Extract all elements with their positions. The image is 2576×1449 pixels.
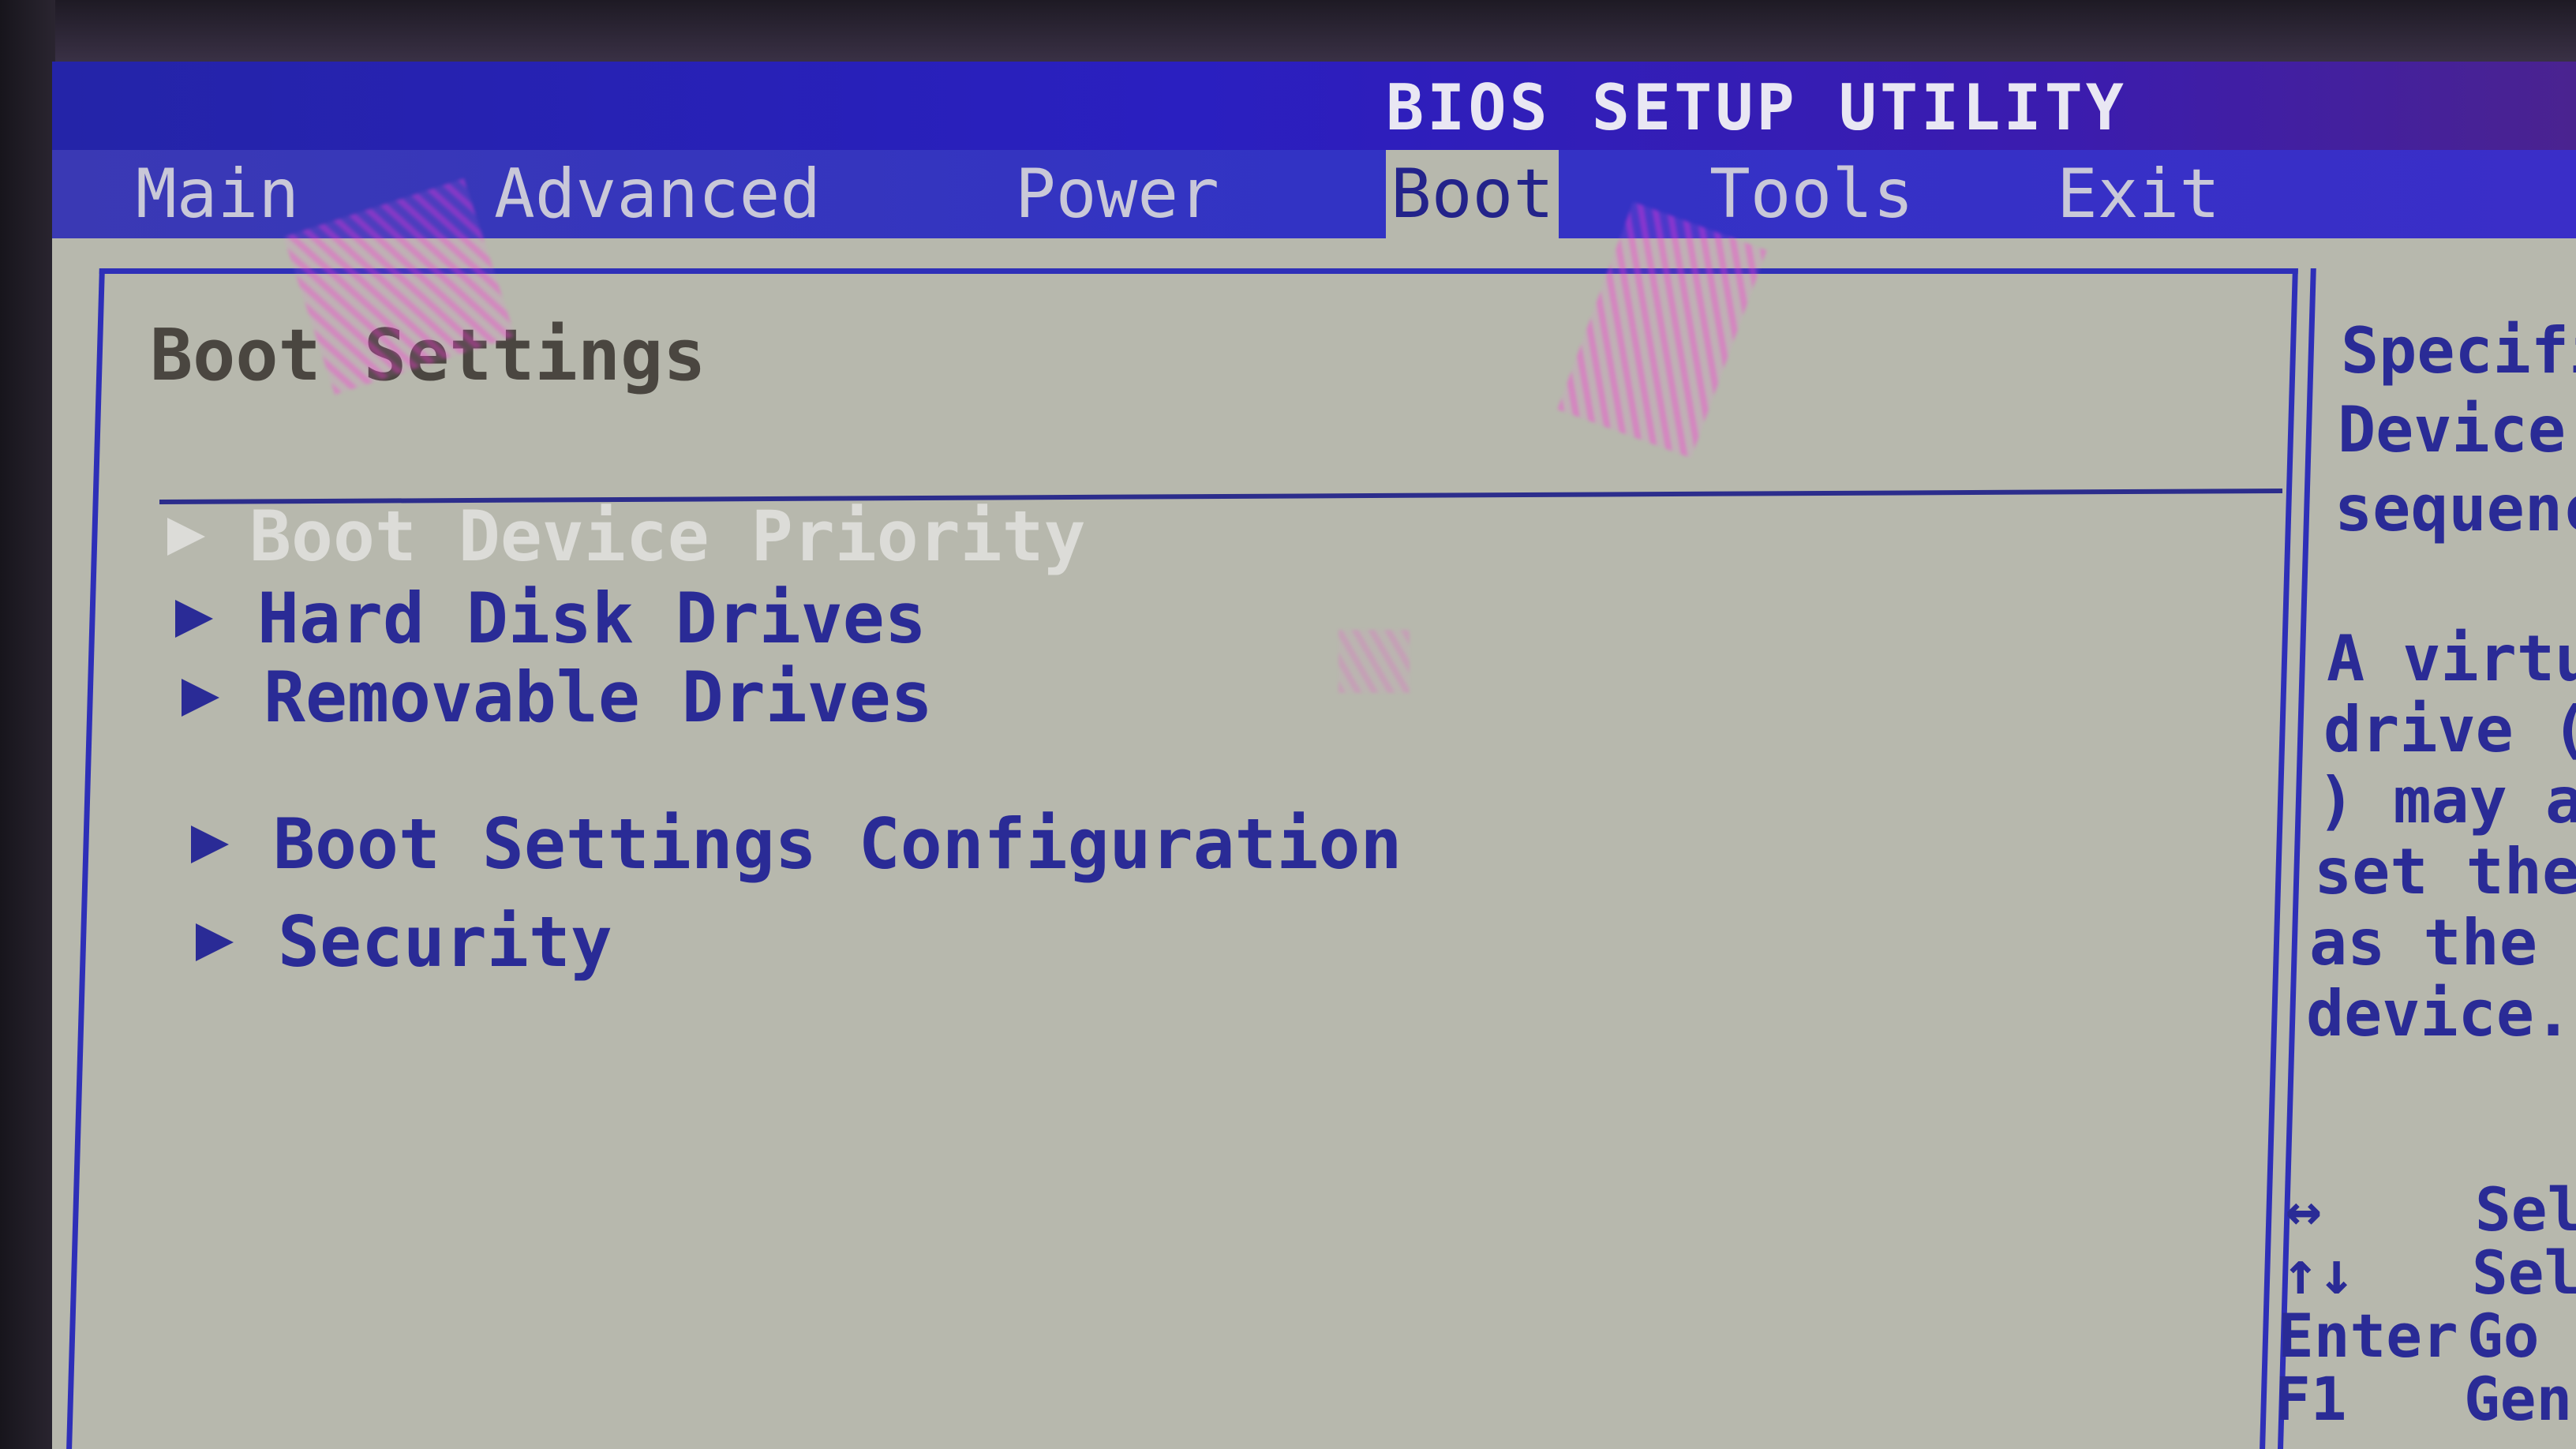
menu-entry-hard-disk-drives[interactable]: Hard Disk Drives xyxy=(170,578,927,659)
key-hint-key: F1 xyxy=(2275,1364,2347,1434)
monitor-bezel-left xyxy=(0,0,55,1449)
key-hint-row: Enter Go xyxy=(2278,1301,2540,1371)
triangle-right-icon xyxy=(177,674,224,721)
triangle-right-icon xyxy=(163,513,210,560)
tab-boot[interactable]: Boot xyxy=(1386,150,1559,238)
monitor-bezel-top xyxy=(0,0,2576,63)
menu-entry-boot-settings-configuration[interactable]: Boot Settings Configuration xyxy=(186,803,1402,885)
key-hint-key: Enter xyxy=(2278,1301,2458,1371)
tab-tools[interactable]: Tools xyxy=(1709,150,1914,238)
key-hint-desc: Gen xyxy=(2464,1364,2573,1434)
menu-entry-boot-device-priority[interactable]: Boot Device Priority xyxy=(163,496,1086,577)
key-hint-desc: Sel xyxy=(2475,1174,2576,1245)
help-text-line: ) may ap xyxy=(2317,764,2576,837)
section-title: Boot Settings xyxy=(150,314,706,397)
menu-entry-security[interactable]: Security xyxy=(191,901,612,983)
arrow-left-right-icon: ↔ xyxy=(2286,1174,2322,1245)
triangle-right-icon xyxy=(191,919,238,966)
help-text-line: Specifi xyxy=(2341,314,2576,388)
key-hint-desc: Go xyxy=(2467,1301,2540,1371)
help-text-line: as the f xyxy=(2309,906,2576,979)
tab-advanced[interactable]: Advanced xyxy=(494,150,821,238)
arrow-up-down-icon: ↑↓ xyxy=(2282,1237,2355,1308)
triangle-right-icon xyxy=(170,595,218,642)
tab-power[interactable]: Power xyxy=(1015,150,1219,238)
menu-entry-label: Boot Settings Configuration xyxy=(273,803,1402,885)
tab-main[interactable]: Main xyxy=(136,150,299,238)
triangle-right-icon xyxy=(186,821,234,868)
help-text-line: device. xyxy=(2306,977,2573,1050)
window-title: BIOS SETUP UTILITY xyxy=(1386,71,2127,144)
key-hint-desc: Sel xyxy=(2472,1237,2576,1308)
menu-entry-label: Hard Disk Drives xyxy=(257,578,927,659)
title-bar: BIOS SETUP UTILITY xyxy=(52,62,2576,150)
menu-entry-removable-drives[interactable]: Removable Drives xyxy=(177,657,933,738)
key-hint-row: ↔ Sel xyxy=(2286,1174,2576,1245)
help-text-line: A virtu xyxy=(2327,622,2576,695)
key-hint-row: F1 Gen xyxy=(2275,1364,2572,1434)
help-text-line: Device xyxy=(2338,393,2566,466)
menu-entry-label: Boot Device Priority xyxy=(249,496,1086,577)
tab-exit[interactable]: Exit xyxy=(2057,150,2220,238)
bios-screen: BIOS SETUP UTILITY Main Advanced Power B… xyxy=(52,62,2576,1449)
help-text-line: drive ( xyxy=(2323,693,2576,766)
menu-entry-label: Security xyxy=(278,901,612,983)
key-hint-row: ↑↓ Sel xyxy=(2282,1237,2576,1308)
help-text-line: sequenc xyxy=(2334,472,2576,545)
menu-entry-label: Removable Drives xyxy=(264,657,933,738)
help-text-line: set the xyxy=(2314,835,2576,908)
menu-bar: Main Advanced Power Boot Tools Exit xyxy=(52,150,2576,238)
